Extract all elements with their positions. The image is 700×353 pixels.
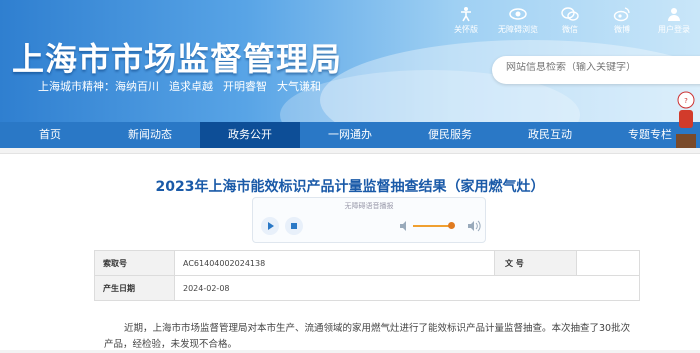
meta-value-index: AC61404002024138 — [174, 250, 495, 276]
city-motto: 上海城市精神：海纳百川 追求卓越 开明睿智 大气谦和 — [38, 78, 331, 94]
nav-item-gov-affairs[interactable]: 政务公开 — [200, 122, 300, 148]
volume-slider-track[interactable] — [413, 225, 451, 227]
site-search-box — [492, 56, 700, 84]
table-row: 产生日期 2024-02-08 — [94, 275, 640, 301]
motto-prefix: 上海城市精神： — [38, 80, 115, 93]
header-toolbar: 关怀版 无障碍浏览 微信 微博 用户登录 — [440, 6, 700, 35]
table-row: 索取号 AC61404002024138 文 号 — [94, 250, 640, 276]
stop-button[interactable] — [285, 217, 303, 235]
volume-high-icon — [468, 220, 481, 232]
article-body: 近期，上海市市场监督管理局对本市生产、流通领域的家用燃气灶进行了能效标识产品计量… — [104, 323, 631, 350]
nav-item-news[interactable]: 新闻动态 — [100, 122, 200, 148]
tool-weibo[interactable]: 微博 — [596, 6, 648, 35]
site-title[interactable]: 上海市市场监督管理局 — [12, 34, 342, 80]
motto-item: 大气谦和 — [277, 80, 321, 93]
eye-icon — [509, 8, 527, 20]
motto-item: 追求卓越 — [169, 80, 213, 93]
volume-slider-handle[interactable] — [448, 222, 455, 229]
audio-player: 无障碍语音播报 — [252, 197, 486, 243]
site-header: 上海市市场监督管理局 上海城市精神：海纳百川 追求卓越 开明睿智 大气谦和 关怀版 无… — [0, 0, 700, 122]
play-icon — [268, 222, 274, 230]
weibo-icon — [613, 7, 630, 22]
nav-item-home[interactable]: 首页 — [0, 122, 100, 148]
tool-wechat[interactable]: 微信 — [544, 6, 596, 35]
mascot-figure[interactable]: ? — [672, 90, 700, 152]
wechat-icon — [561, 7, 579, 21]
volume-low-icon — [400, 221, 406, 231]
tool-label: 用户登录 — [658, 25, 690, 34]
nav-item-one-stop[interactable]: 一网通办 — [300, 122, 400, 148]
user-icon — [668, 8, 680, 21]
play-button[interactable] — [261, 217, 279, 235]
svg-text:?: ? — [684, 97, 688, 105]
nav-item-services[interactable]: 便民服务 — [400, 122, 500, 148]
meta-label-docno: 文 号 — [494, 250, 577, 276]
tool-label: 无障碍浏览 — [498, 25, 538, 34]
tool-label: 微信 — [562, 25, 578, 34]
accessibility-icon — [461, 7, 471, 22]
meta-value-docno — [576, 250, 640, 276]
article-title: 2023年上海市能效标识产品计量监督抽查结果（家用燃气灶） — [155, 179, 545, 195]
motto-item: 开明睿智 — [223, 80, 267, 93]
meta-value-date: 2024-02-08 — [174, 275, 640, 301]
search-input[interactable] — [506, 62, 696, 73]
tool-user-login[interactable]: 用户登录 — [648, 6, 700, 35]
meta-label-date: 产生日期 — [94, 275, 175, 301]
nav-item-interaction[interactable]: 政民互动 — [500, 122, 600, 148]
meta-label-index: 索取号 — [94, 250, 175, 276]
tool-label: 关怀版 — [454, 25, 478, 34]
motto-item: 海纳百川 — [115, 80, 159, 93]
main-nav: 首页 新闻动态 政务公开 一网通办 便民服务 政民互动 专题专栏 — [0, 122, 700, 148]
stop-icon — [291, 223, 297, 229]
tool-accessible-browse[interactable]: 无障碍浏览 — [492, 6, 544, 35]
player-caption: 无障碍语音播报 — [344, 202, 394, 210]
tool-care-mode[interactable]: 关怀版 — [440, 6, 492, 35]
article-content: 2023年上海市能效标识产品计量监督抽查结果（家用燃气灶） 无障碍语音播报 索取… — [0, 153, 700, 350]
document-meta-table: 索取号 AC61404002024138 文 号 产生日期 2024-02-08 — [94, 250, 640, 301]
tool-label: 微博 — [614, 25, 630, 34]
